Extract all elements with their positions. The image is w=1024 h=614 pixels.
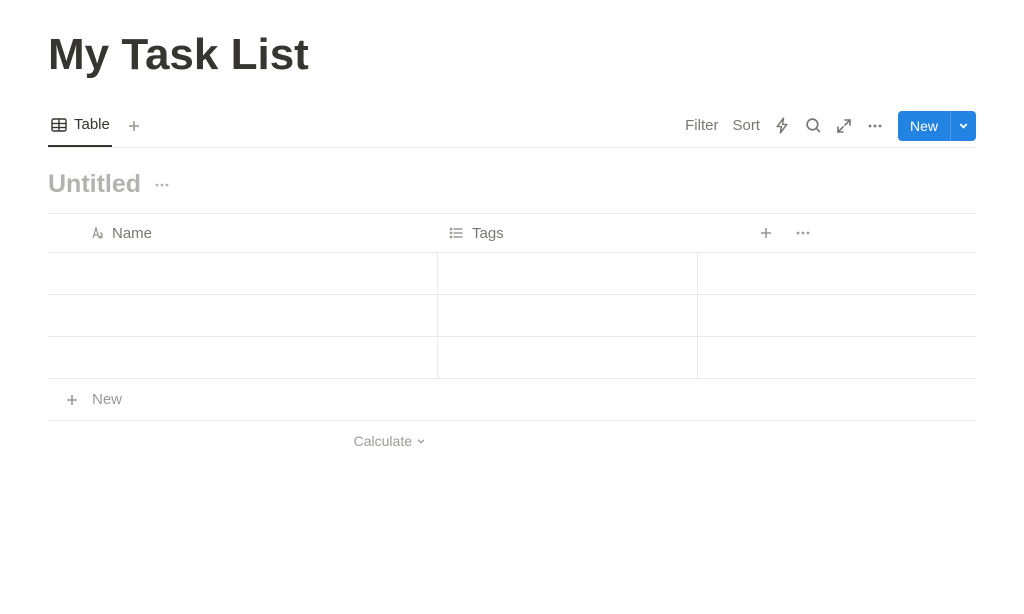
cell-empty[interactable] [698, 253, 976, 294]
search-icon [805, 117, 822, 134]
new-button-dropdown[interactable] [950, 111, 976, 141]
table-row[interactable] [48, 253, 976, 295]
add-row-button[interactable]: New [48, 379, 976, 421]
view-tab-table[interactable]: Table [48, 104, 112, 147]
view-actions: Filter Sort [685, 111, 976, 141]
cell-name[interactable] [48, 295, 438, 336]
cell-name[interactable] [48, 253, 438, 294]
view-tabs: Table [48, 104, 142, 147]
expand-button[interactable] [836, 118, 852, 134]
cell-name[interactable] [48, 337, 438, 378]
column-header-tags[interactable]: Tags [438, 214, 698, 252]
add-row-label: New [92, 391, 122, 408]
column-more-button[interactable] [794, 224, 812, 242]
automations-button[interactable] [774, 117, 791, 134]
calculate-label: Calculate [354, 433, 412, 449]
list-icon [448, 225, 464, 241]
column-tags-label: Tags [472, 225, 504, 242]
table-row[interactable] [48, 337, 976, 379]
chevron-down-icon [416, 436, 426, 446]
more-icon [153, 176, 171, 194]
table: Name Tags [48, 213, 976, 461]
cell-tags[interactable] [438, 253, 698, 294]
cell-tags[interactable] [438, 295, 698, 336]
page-title[interactable]: My Task List [48, 30, 976, 80]
plus-icon [126, 118, 142, 134]
plus-icon [64, 392, 80, 408]
new-button[interactable]: New [898, 111, 950, 141]
table-row[interactable] [48, 295, 976, 337]
more-button[interactable] [866, 117, 884, 135]
database-more-button[interactable] [153, 176, 171, 194]
add-view-button[interactable] [126, 118, 142, 134]
calculate-button[interactable]: Calculate [48, 433, 438, 449]
column-actions [698, 214, 812, 252]
database-title[interactable]: Untitled [48, 170, 141, 199]
search-button[interactable] [805, 117, 822, 134]
column-name-label: Name [112, 225, 152, 242]
table-header: Name Tags [48, 213, 976, 253]
view-bar: Table Filter Sort [48, 104, 976, 148]
cell-tags[interactable] [438, 337, 698, 378]
expand-icon [836, 118, 852, 134]
cell-empty[interactable] [698, 295, 976, 336]
table-icon [50, 116, 68, 134]
new-button-group: New [898, 111, 976, 141]
chevron-down-icon [958, 120, 969, 131]
database-header: Untitled [48, 170, 976, 199]
view-tab-label: Table [74, 116, 110, 133]
add-column-button[interactable] [758, 225, 774, 241]
more-icon [866, 117, 884, 135]
table-footer: Calculate [48, 421, 976, 461]
lightning-icon [774, 117, 791, 134]
column-header-name[interactable]: Name [48, 214, 438, 252]
sort-button[interactable]: Sort [732, 117, 760, 134]
text-icon [88, 225, 104, 241]
cell-empty[interactable] [698, 337, 976, 378]
plus-icon [758, 225, 774, 241]
filter-button[interactable]: Filter [685, 117, 718, 134]
more-icon [794, 224, 812, 242]
